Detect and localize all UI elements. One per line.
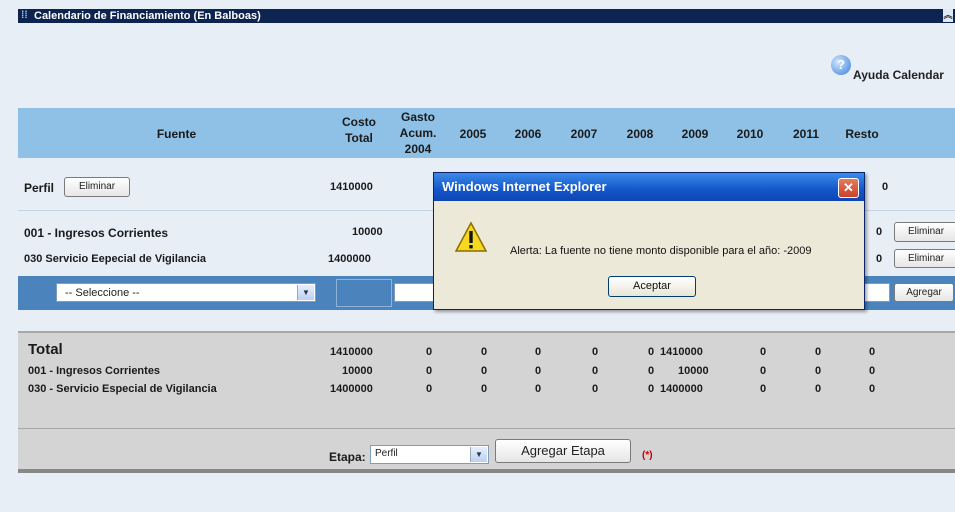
fuente-resto: 0 [876,226,883,238]
header-2006: 2006 [514,127,542,141]
totals-row-value: 0 [815,365,822,377]
totals-row-value: 0 [481,383,488,395]
header-costo-total: Costo Total [342,115,376,145]
header-fuente: Fuente [156,127,197,141]
warning-icon [454,221,488,252]
required-mark: (*) [642,450,653,461]
total-value: 1410000 [330,346,373,358]
header-2011: 2011 [792,127,820,141]
totals-row-value: 0 [815,383,822,395]
totals-row-value: 0 [592,365,599,377]
total-value: 0 [481,346,488,358]
perfil-label: Perfil [24,181,55,195]
totals-row-value: 1400000 [330,383,373,395]
eliminar-fuente-button[interactable]: Eliminar [894,249,955,268]
resto-input[interactable] [864,283,890,302]
fuente-costo: 10000 [352,226,383,238]
header-gasto-acum: Gasto Acum. 2004 [399,110,437,156]
header-2010: 2010 [736,127,764,141]
totals-row-value: 1400000 [660,383,703,395]
totals-row-value: 10000 [678,365,709,377]
totals-row-name: 001 - Ingresos Corrientes [28,365,161,377]
totals-row-name: 030 - Servicio Especial de Vigilancia [28,383,217,395]
perfil-costo-total: 1410000 [330,181,373,193]
totals-title: Total [28,341,63,358]
agregar-button[interactable]: Agregar [894,283,954,302]
etapa-label: Etapa: [329,450,366,464]
total-value: 0 [760,346,767,358]
double-chevron-up-icon[interactable]: ︽ [943,9,953,22]
table-header: Fuente Costo Total Gasto Acum. 2004 2005… [18,108,955,158]
header-2009: 2009 [681,127,709,141]
costo-cell [336,279,392,307]
totals-row-value: 0 [426,365,433,377]
monto-input[interactable] [394,283,436,302]
panel-titlebar: ⁞⁞ Calendario de Financiamiento (En Balb… [18,9,955,23]
agregar-etapa-button[interactable]: Agregar Etapa [495,439,631,463]
etapa-select-value: Perfil [375,448,398,459]
totals-bottom-band [18,469,955,473]
header-2005: 2005 [459,127,487,141]
total-value: 0 [426,346,433,358]
help-label: Ayuda Calendar [853,68,944,82]
total-value: 0 [815,346,822,358]
dialog-message: Alerta: La fuente no tiene monto disponi… [510,245,812,257]
panel-title: Calendario de Financiamiento (En Balboas… [34,10,261,22]
totals-row-value: 0 [648,365,655,377]
totals-row-value: 10000 [342,365,373,377]
total-value: 0 [648,346,655,358]
accept-button[interactable]: Aceptar [608,276,696,297]
fuente-name: 030 Servicio Eepecial de Vigilancia [24,253,207,265]
dialog-title: Windows Internet Explorer [442,179,607,194]
close-icon[interactable]: ✕ [838,178,859,198]
fuente-select[interactable]: -- Seleccione -- ▼ [56,283,316,302]
total-value: 0 [592,346,599,358]
perfil-resto: 0 [882,181,889,193]
fuente-name: 001 - Ingresos Corrientes [24,226,169,240]
chevron-down-icon: ▼ [470,447,487,462]
fuente-resto: 0 [876,253,883,265]
total-value: 0 [535,346,542,358]
totals-row-value: 0 [760,365,767,377]
fuente-select-value: -- Seleccione -- [65,287,140,299]
total-value: 1410000 [660,346,703,358]
total-value: 0 [869,346,876,358]
header-resto: Resto [845,127,879,141]
eliminar-perfil-button[interactable]: Eliminar [64,177,130,197]
fuente-costo: 1400000 [328,253,371,265]
totals-row-value: 0 [426,383,433,395]
totals-row-value: 0 [535,365,542,377]
eliminar-fuente-button[interactable]: Eliminar [894,222,955,242]
totals-row-value: 0 [869,383,876,395]
totals-row-value: 0 [648,383,655,395]
totals-divider [18,428,955,429]
dialog-titlebar: Windows Internet Explorer ✕ [434,173,864,201]
totals-row-value: 0 [592,383,599,395]
totals-section: Total 1410000 0 0 0 0 0 1410000 0 0 0 00… [18,331,955,473]
header-2007: 2007 [570,127,598,141]
etapa-select[interactable]: Perfil ▼ [370,445,489,464]
totals-row-value: 0 [760,383,767,395]
totals-row-value: 0 [481,365,488,377]
alert-dialog: Windows Internet Explorer ✕ Alerta: La f… [433,172,865,310]
totals-row-value: 0 [869,365,876,377]
panel-grip-icon: ⁞⁞ [21,10,28,21]
chevron-down-icon: ▼ [297,285,314,300]
totals-row-value: 0 [535,383,542,395]
help-icon: ? [831,55,851,75]
header-2008: 2008 [626,127,654,141]
